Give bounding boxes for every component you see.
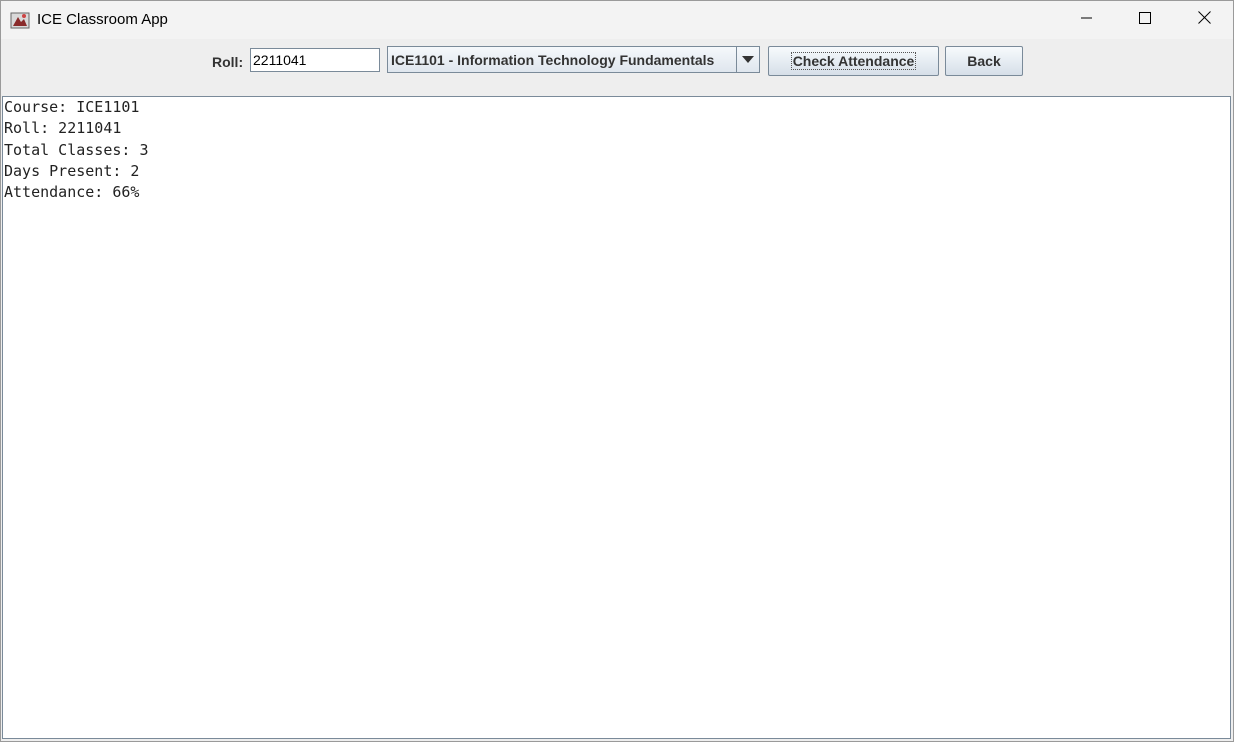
maximize-icon bbox=[1139, 11, 1151, 29]
output-line-roll: Roll: 2211041 bbox=[4, 119, 122, 138]
course-selected-value: ICE1101 - Information Technology Fundame… bbox=[391, 52, 715, 68]
back-label: Back bbox=[967, 53, 1001, 69]
check-attendance-button[interactable]: Check Attendance bbox=[768, 46, 939, 76]
back-button[interactable]: Back bbox=[945, 46, 1023, 76]
chevron-down-icon bbox=[742, 51, 754, 69]
window-title: ICE Classroom App bbox=[37, 11, 168, 28]
java-app-icon bbox=[10, 10, 30, 30]
maximize-button[interactable] bbox=[1116, 1, 1174, 39]
output-line-course: Course: ICE1101 bbox=[4, 98, 140, 116]
title-bar[interactable]: ICE Classroom App bbox=[1, 1, 1233, 39]
toolbar: Roll: 2211041 ICE1101 - Information Tech… bbox=[1, 39, 1233, 95]
output-line-days-present: Days Present: 2 bbox=[4, 161, 140, 180]
minimize-icon bbox=[1081, 11, 1093, 29]
roll-label: Roll: bbox=[212, 54, 244, 70]
app-window: ICE Classroom App Roll: 2211041 ICE1101 … bbox=[0, 0, 1234, 742]
course-dropdown-button[interactable] bbox=[736, 47, 759, 72]
minimize-button[interactable] bbox=[1058, 1, 1116, 39]
close-button[interactable] bbox=[1175, 1, 1233, 39]
course-select[interactable]: ICE1101 - Information Technology Fundame… bbox=[387, 46, 760, 73]
close-icon bbox=[1197, 11, 1211, 29]
attendance-output-textarea[interactable]: Course: ICE1101 Roll: 2211041 Total Clas… bbox=[2, 96, 1231, 739]
output-line-attendance: Attendance: 66% bbox=[4, 183, 140, 202]
output-line-total-classes: Total Classes: 3 bbox=[4, 140, 149, 159]
roll-input[interactable]: 2211041 bbox=[250, 48, 380, 72]
check-attendance-label: Check Attendance bbox=[790, 52, 917, 70]
